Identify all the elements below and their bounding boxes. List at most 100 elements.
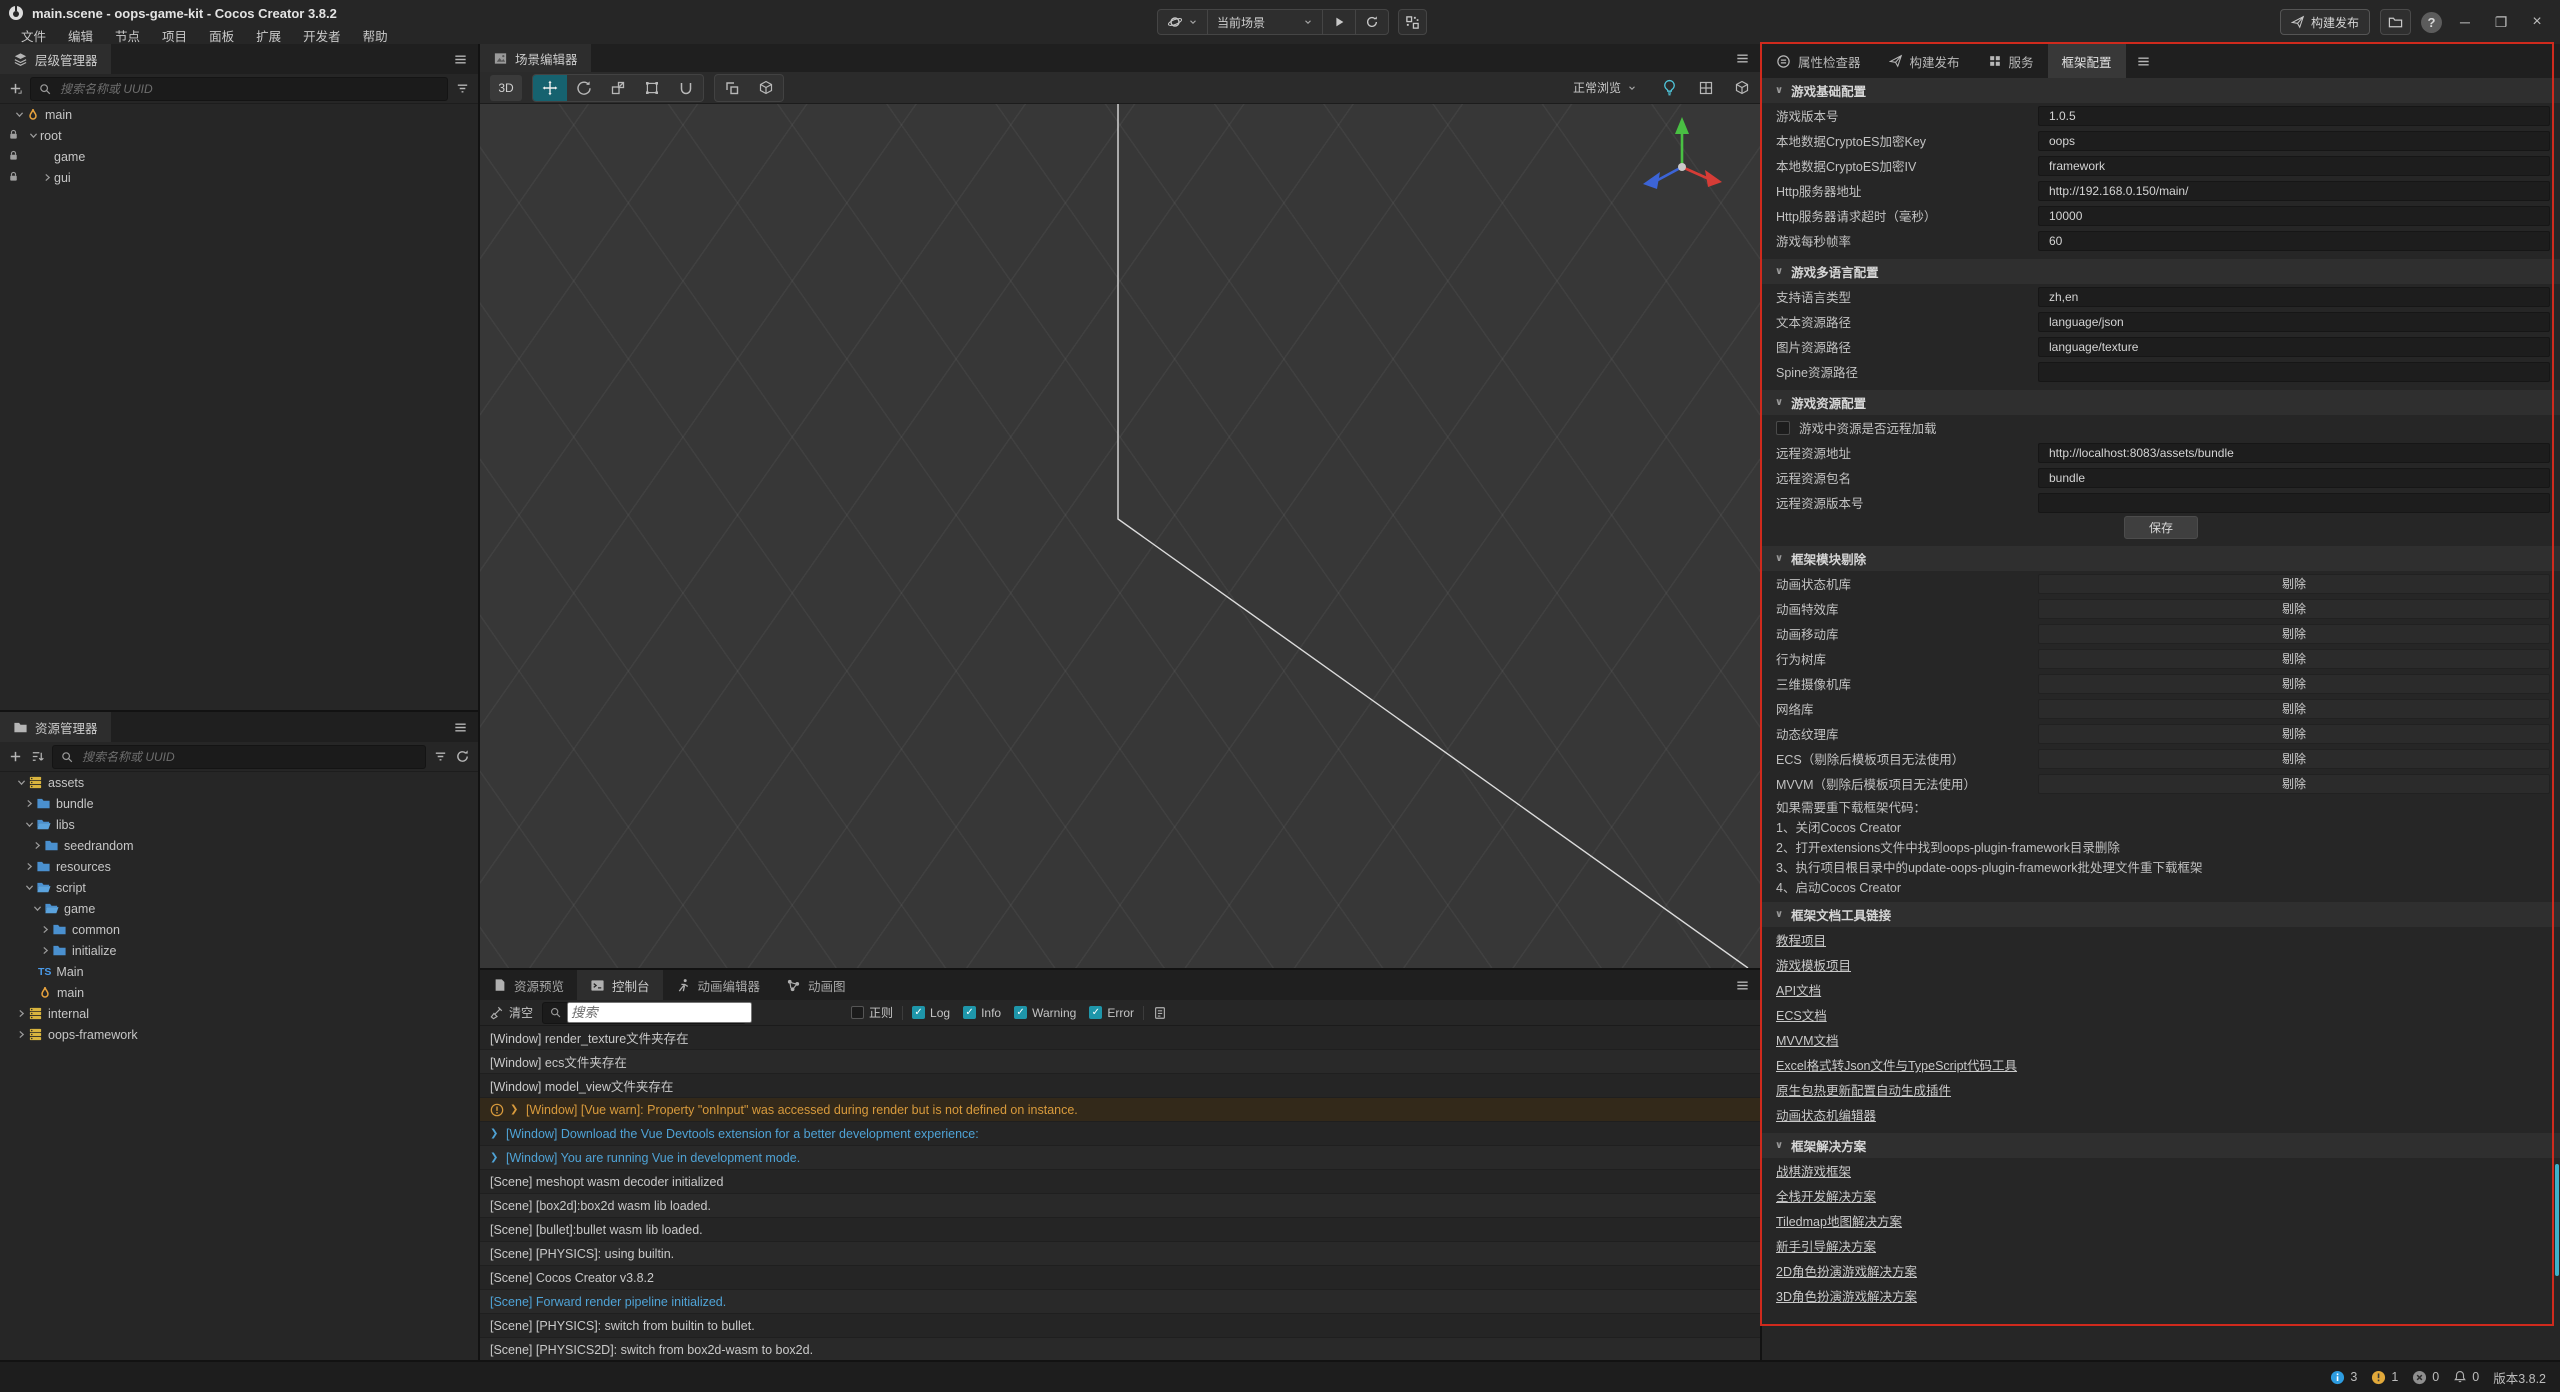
status-error-circle[interactable]: 0 [2412,1370,2439,1385]
field-input[interactable] [2047,339,2541,355]
field-input[interactable] [2038,468,2550,488]
filter-icon[interactable] [433,749,448,764]
section-header[interactable]: ∨游戏资源配置 [1762,390,2560,415]
remove-module-button[interactable]: 剔除 [2038,749,2550,769]
snap-corner-tool[interactable] [715,75,749,101]
doc-link[interactable]: ECS文档 [1776,1005,1827,1024]
filter-icon[interactable] [455,81,470,96]
hierarchy-node[interactable]: game [0,146,478,167]
field-input[interactable] [2038,181,2550,201]
doc-link[interactable]: 新手引导解决方案 [1776,1236,1876,1255]
field-input[interactable] [2047,233,2541,249]
status-warn-circle[interactable]: 1 [2371,1370,2398,1385]
view-mode-select[interactable]: 正常浏览 [1573,79,1637,96]
doc-link[interactable]: 教程项目 [1776,930,1826,949]
hierarchy-menu-button[interactable] [442,44,478,74]
field-input[interactable] [2047,108,2541,124]
scene-menu-button[interactable] [1724,44,1760,72]
regex-checkbox[interactable]: 正则 [851,1004,893,1021]
asset-node[interactable]: main [0,982,478,1003]
chevron-down-icon[interactable] [22,819,36,830]
doc-link[interactable]: 2D角色扮演游戏解决方案 [1776,1261,1917,1280]
remove-module-button[interactable]: 剔除 [2038,649,2550,669]
doc-link[interactable]: 动画状态机编辑器 [1776,1105,1876,1124]
inspector-tab-框架配置[interactable]: 框架配置 [2048,44,2126,78]
field-input[interactable] [2038,106,2550,126]
hierarchy-tab[interactable]: 层级管理器 [0,44,111,74]
remove-module-button[interactable]: 剔除 [2038,599,2550,619]
remove-module-button[interactable]: 剔除 [2038,574,2550,594]
scene-viewport[interactable] [480,104,1760,968]
console-search-input[interactable] [542,1002,746,1024]
help-button[interactable]: ? [2421,12,2442,33]
doc-link[interactable]: 战棋游戏框架 [1776,1161,1851,1180]
scene-selector[interactable]: 当前场景 [1208,10,1323,34]
rect-tool[interactable] [635,75,669,101]
menu-item[interactable]: 项目 [151,26,198,45]
chevron-right-icon[interactable]: ❯ [490,1128,500,1139]
hierarchy-node[interactable]: gui [0,167,478,188]
section-header[interactable]: ∨游戏基础配置 [1762,78,2560,103]
console-tab-资源预览[interactable]: 资源预览 [480,970,577,1000]
log-row[interactable]: [Scene] [box2d]:box2d wasm lib loaded. [480,1194,1760,1218]
menu-item[interactable]: 帮助 [352,26,399,45]
lock-icon[interactable] [7,128,20,144]
gizmo-cube-icon[interactable] [1734,80,1750,96]
remove-module-button[interactable]: 剔除 [2038,624,2550,644]
asset-node[interactable]: common [0,919,478,940]
preview-qr-button[interactable] [1398,9,1427,35]
inspector-tab-构建发布[interactable]: 构建发布 [1875,44,1974,78]
remove-module-button[interactable]: 剔除 [2038,774,2550,794]
field-input[interactable] [2038,493,2550,513]
asset-node[interactable]: assets [0,772,478,793]
remove-module-button[interactable]: 剔除 [2038,724,2550,744]
chevron-right-icon[interactable] [14,1029,28,1040]
console-menu-button[interactable] [1724,970,1760,1000]
field-input[interactable] [2038,287,2550,307]
log-row[interactable]: [Window] render_texture文件夹存在 [480,1026,1760,1050]
chevron-right-icon[interactable] [22,861,36,872]
log-row[interactable]: [Scene] Cocos Creator v3.8.2 [480,1266,1760,1290]
menu-item[interactable]: 节点 [104,26,151,45]
field-input[interactable] [2047,158,2541,174]
play-button[interactable] [1323,10,1356,34]
chevron-right-icon[interactable]: ❯ [490,1152,500,1163]
filter-checkbox-error[interactable]: ✓Error [1089,1006,1134,1020]
rotate-tool[interactable] [567,75,601,101]
doc-link[interactable]: Excel格式转Json文件与TypeScript代码工具 [1776,1055,2017,1074]
doc-link[interactable]: MVVM文档 [1776,1030,1839,1049]
section-header[interactable]: ∨游戏多语言配置 [1762,259,2560,284]
doc-link[interactable]: 全栈开发解决方案 [1776,1186,1876,1205]
log-row[interactable]: [Window] ecs文件夹存在 [480,1050,1760,1074]
status-bell[interactable]: 0 [2453,1370,2479,1384]
field-input[interactable] [2038,337,2550,357]
chevron-right-icon[interactable] [22,798,36,809]
assets-menu-button[interactable] [442,712,478,742]
remove-module-button[interactable]: 剔除 [2038,699,2550,719]
field-input[interactable] [2038,362,2550,382]
section-header[interactable]: ∨框架解决方案 [1762,1133,2560,1158]
chevron-right-icon[interactable] [38,945,52,956]
window-close-button[interactable]: × [2524,13,2550,31]
assets-tab[interactable]: 资源管理器 [0,712,111,742]
asset-node[interactable]: initialize [0,940,478,961]
platform-select[interactable] [1158,10,1208,34]
filter-checkbox-info[interactable]: ✓Info [963,1006,1001,1020]
field-input[interactable] [2038,206,2550,226]
field-input[interactable] [2038,131,2550,151]
orientation-gizmo[interactable] [1632,112,1732,212]
asset-node[interactable]: libs [0,814,478,835]
field-input[interactable] [2038,312,2550,332]
log-row[interactable]: [Window] model_view文件夹存在 [480,1074,1760,1098]
field-input[interactable] [2047,495,2541,511]
asset-node[interactable]: script [0,877,478,898]
log-row[interactable]: [Scene] [bullet]:bullet wasm lib loaded. [480,1218,1760,1242]
lightbulb-icon[interactable] [1661,79,1678,96]
field-input[interactable] [2047,364,2541,380]
status-info-circle[interactable]: 3 [2330,1370,2357,1385]
chevron-right-icon[interactable] [40,172,54,183]
chevron-down-icon[interactable] [26,130,40,141]
chevron-down-icon[interactable] [14,777,28,788]
chevron-right-icon[interactable] [14,1008,28,1019]
field-input[interactable] [2047,289,2541,305]
